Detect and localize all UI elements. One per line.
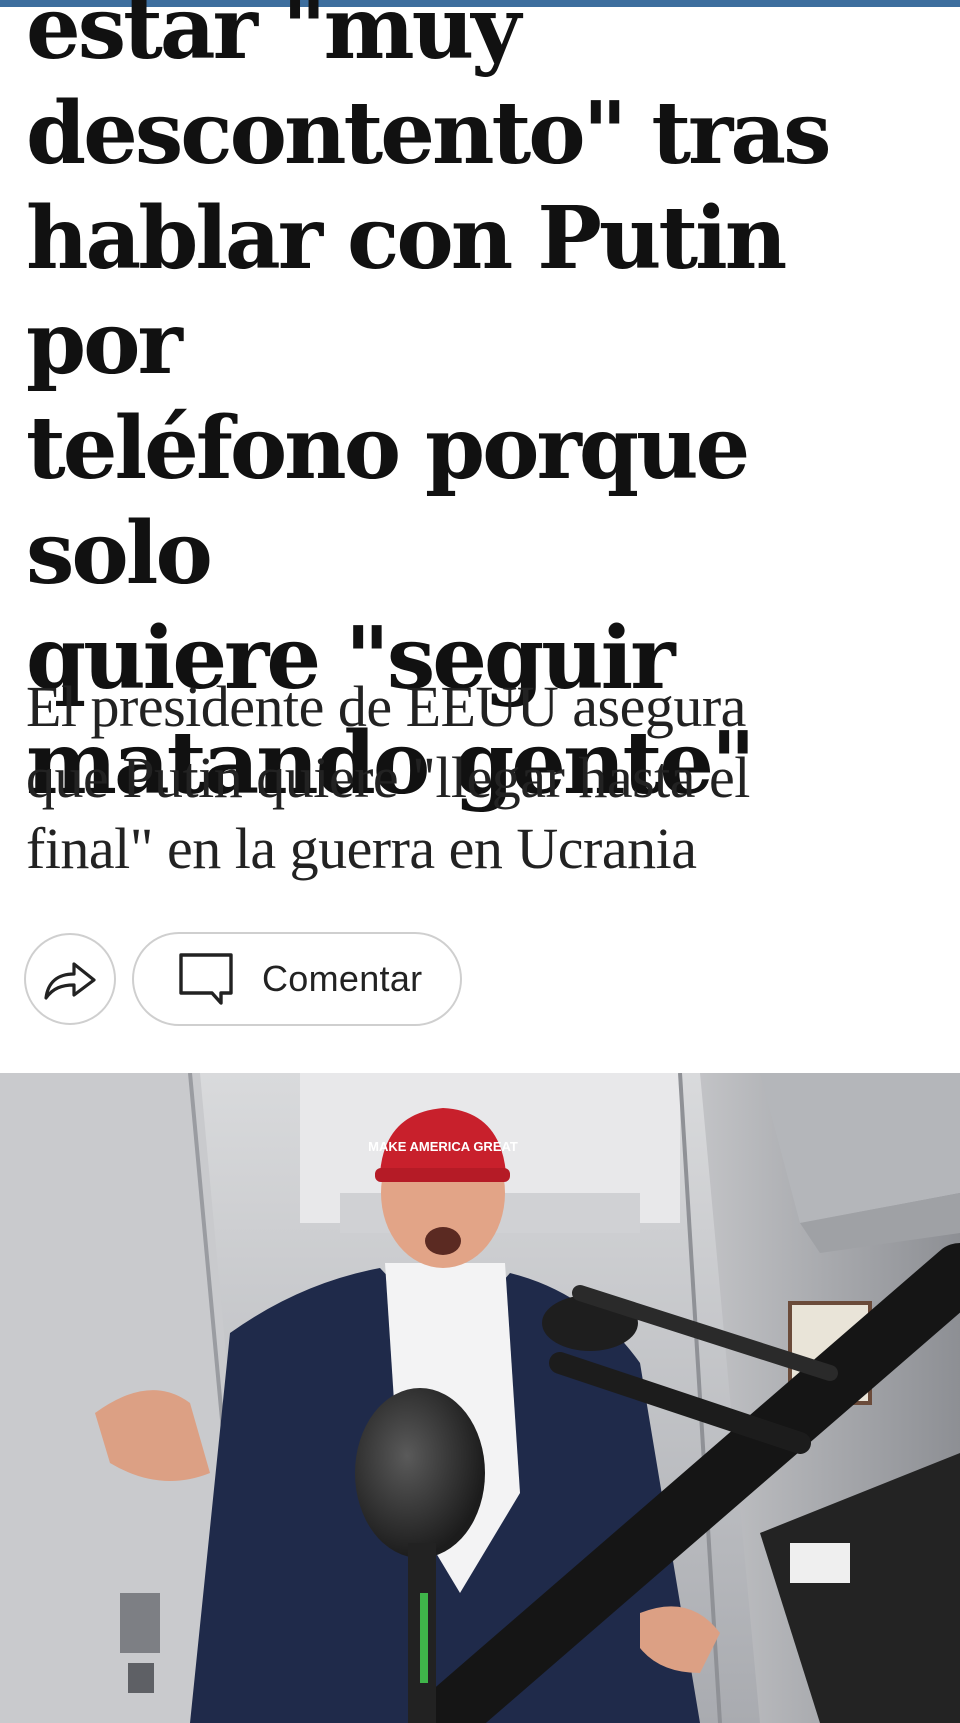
article-actions: Comentar [24, 931, 463, 1027]
comment-button[interactable]: Comentar [132, 932, 463, 1026]
article-photo: MAKE AMERICA GREAT [0, 1073, 960, 1723]
speech-bubble-icon [179, 953, 233, 1005]
share-arrow-icon [44, 962, 96, 1000]
headline-line: estar "muy [26, 0, 521, 79]
photo-illustration: MAKE AMERICA GREAT [0, 1073, 960, 1723]
headline-line: descontento" tras [26, 83, 832, 184]
share-button[interactable] [24, 933, 116, 1025]
cap-text: MAKE AMERICA GREAT [368, 1139, 518, 1154]
headline-line: teléfono porque solo [26, 398, 750, 604]
subtitle-line: final" en la guerra en Ucrania [26, 816, 697, 881]
subtitle-line: que Putin quiere "llegar hasta el [26, 745, 750, 810]
headline-line: hablar con Putin por [26, 188, 787, 394]
comment-label: Comentar [262, 958, 423, 999]
article-subtitle: El presidente de EEUU asegura que Putin … [26, 671, 941, 884]
subtitle-line: El presidente de EEUU asegura [26, 674, 746, 739]
